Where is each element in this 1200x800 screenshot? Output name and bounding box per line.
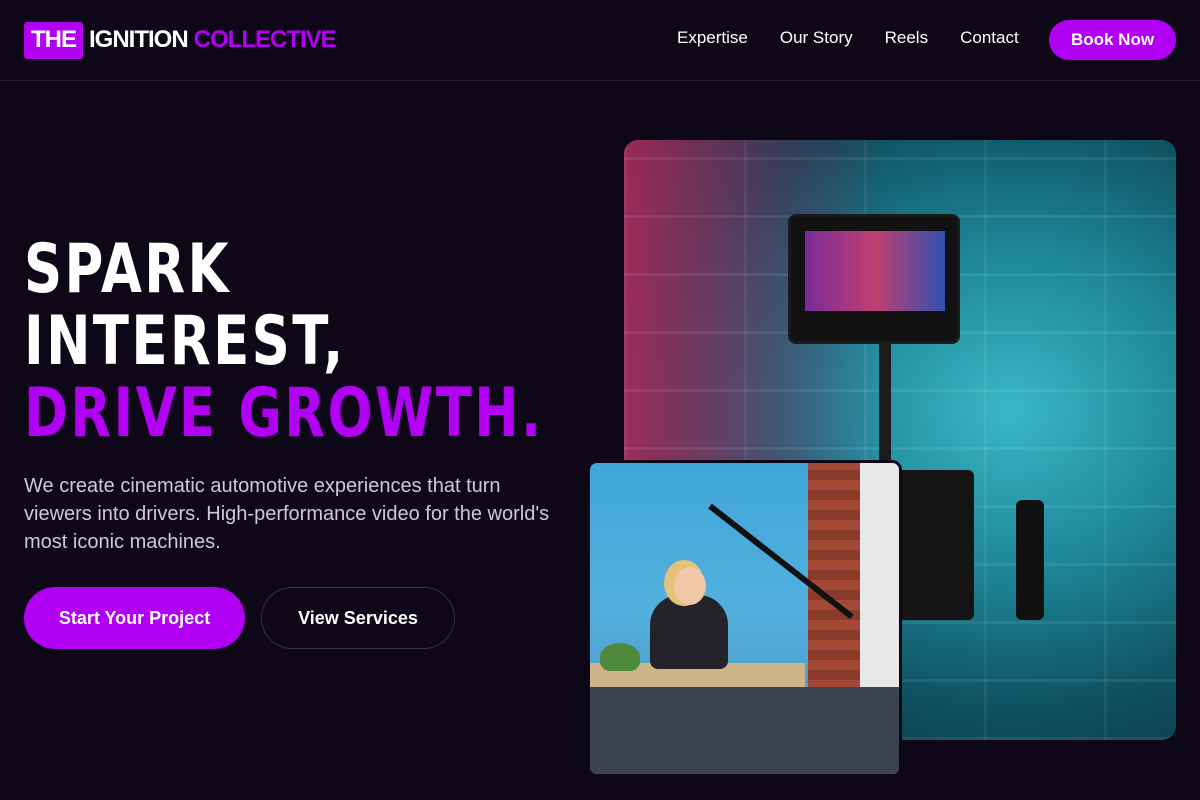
nav-link-expertise[interactable]: Expertise — [677, 28, 748, 48]
view-services-button[interactable]: View Services — [261, 587, 455, 649]
nav-link-reels[interactable]: Reels — [885, 28, 928, 48]
book-now-button[interactable]: Book Now — [1049, 20, 1176, 60]
presenter-body — [650, 595, 728, 669]
brand-logo[interactable]: THE IGNITION COLLECTIVE — [24, 21, 337, 59]
presenter-head — [674, 567, 706, 605]
nav-link-our-story[interactable]: Our Story — [780, 28, 853, 48]
logo-word-collective: COLLECTIVE — [193, 26, 337, 53]
nav-link-contact[interactable]: Contact — [960, 28, 1019, 48]
monitor-screen — [805, 231, 945, 311]
headline-line-2: INTEREST, — [24, 302, 346, 381]
top-navbar: THE IGNITION COLLECTIVE Expertise Our St… — [0, 0, 1200, 81]
logo-word-ignition: IGNITION — [89, 26, 189, 53]
field-monitor — [788, 214, 960, 344]
headline-line-1: SPARK — [24, 230, 231, 309]
studio-floor — [590, 687, 899, 774]
headline-line-3: DRIVE GROWTH. — [24, 374, 544, 453]
studio-photo — [587, 460, 902, 777]
start-project-button[interactable]: Start Your Project — [24, 587, 245, 649]
hero-headline: SPARK INTEREST, DRIVE GROWTH. — [24, 234, 543, 450]
desk-plant — [600, 643, 640, 671]
hero-description: We create cinematic automotive experienc… — [24, 475, 550, 553]
nav-links: Expertise Our Story Reels Contact — [677, 28, 1051, 48]
logo-badge: THE — [24, 21, 83, 59]
rig-handle — [1016, 500, 1044, 620]
